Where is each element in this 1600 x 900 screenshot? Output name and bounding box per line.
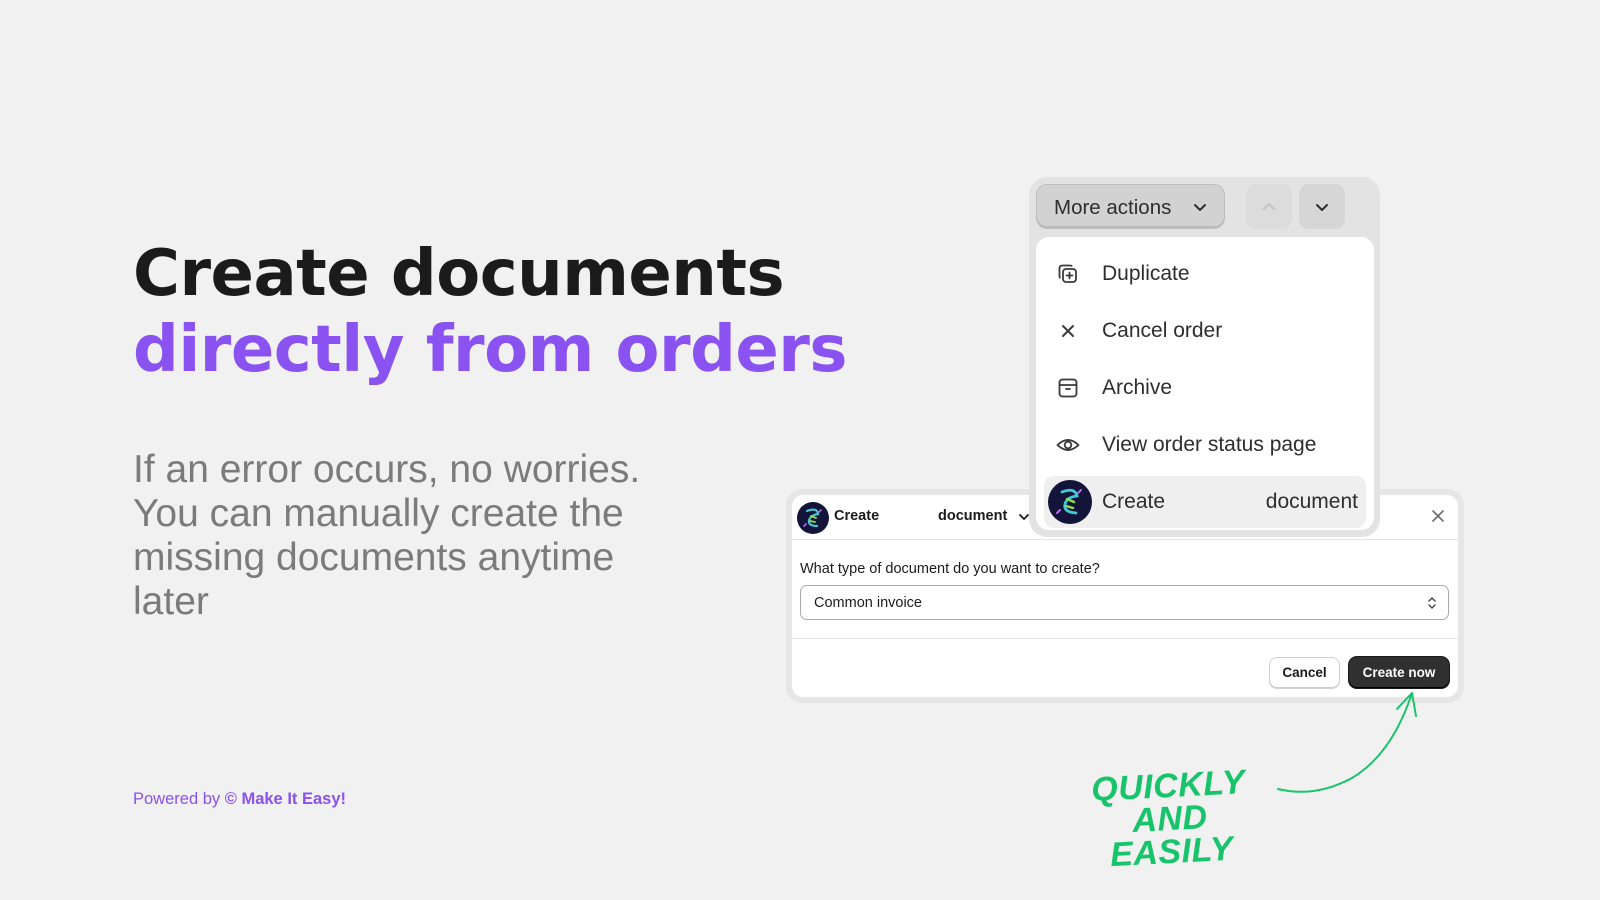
headline-line-1: Create documents — [133, 237, 785, 311]
menu-item-label: Create — [1102, 490, 1166, 513]
menu-item-label: Archive — [1102, 376, 1173, 399]
modal-title-left: Create — [834, 508, 880, 524]
powered-by-brand[interactable]: © Make It Easy! — [225, 790, 346, 808]
menu-item-archive[interactable]: Archive — [1044, 362, 1366, 414]
eye-icon — [1056, 439, 1080, 451]
modal-divider — [792, 638, 1458, 639]
app-logo-icon — [797, 502, 829, 534]
menu-item-view-order-status[interactable]: View order status page — [1044, 419, 1366, 471]
document-type-value: Common invoice — [814, 595, 922, 611]
menu-item-label-right: document — [1265, 490, 1358, 513]
powered-by-prefix: Powered by — [133, 790, 225, 808]
chevron-down-icon — [1194, 204, 1206, 211]
close-icon[interactable] — [1427, 505, 1449, 527]
cancel-button[interactable]: Cancel — [1269, 657, 1340, 688]
chevron-up-icon — [1263, 203, 1275, 210]
menu-item-label: Cancel order — [1102, 319, 1223, 342]
duplicate-icon — [1058, 264, 1077, 283]
headline: Create documents directly from orders — [133, 236, 847, 388]
more-actions-button[interactable]: More actions — [1036, 184, 1225, 229]
annotation-arrow-icon — [1277, 692, 1417, 793]
close-icon — [1062, 325, 1074, 337]
document-type-select[interactable]: Common invoice — [800, 585, 1449, 620]
powered-by: Powered by © Make It Easy! — [133, 790, 346, 809]
app-logo-icon — [1048, 480, 1092, 524]
archive-icon — [1058, 378, 1078, 398]
menu-item-label: View order status page — [1102, 433, 1317, 456]
create-now-button[interactable]: Create now — [1349, 657, 1449, 688]
next-order-button[interactable] — [1299, 184, 1345, 229]
quickly-and-easily-annotation: QUICKLY AND EASILY — [1068, 763, 1273, 875]
annotation-line-2: AND EASILY — [1109, 798, 1235, 875]
menu-item-duplicate[interactable]: Duplicate — [1044, 248, 1366, 300]
menu-item-label: Duplicate — [1102, 262, 1190, 285]
headline-line-2: directly from orders — [133, 313, 847, 387]
document-type-question: What type of document do you want to cre… — [800, 561, 1100, 577]
chevron-down-icon — [1316, 204, 1328, 211]
previous-order-button[interactable] — [1246, 184, 1292, 229]
select-arrows-icon — [1428, 596, 1436, 610]
subtext: If an error occurs, no worries. You can … — [133, 448, 641, 623]
menu-item-cancel-order[interactable]: Cancel order — [1044, 305, 1366, 357]
more-actions-label: More actions — [1054, 196, 1172, 219]
modal-title-right[interactable]: document — [938, 508, 1007, 524]
more-actions-menu: Duplicate Cancel order Archive View orde… — [1036, 237, 1374, 530]
menu-item-create-document[interactable]: Create document — [1044, 476, 1366, 528]
